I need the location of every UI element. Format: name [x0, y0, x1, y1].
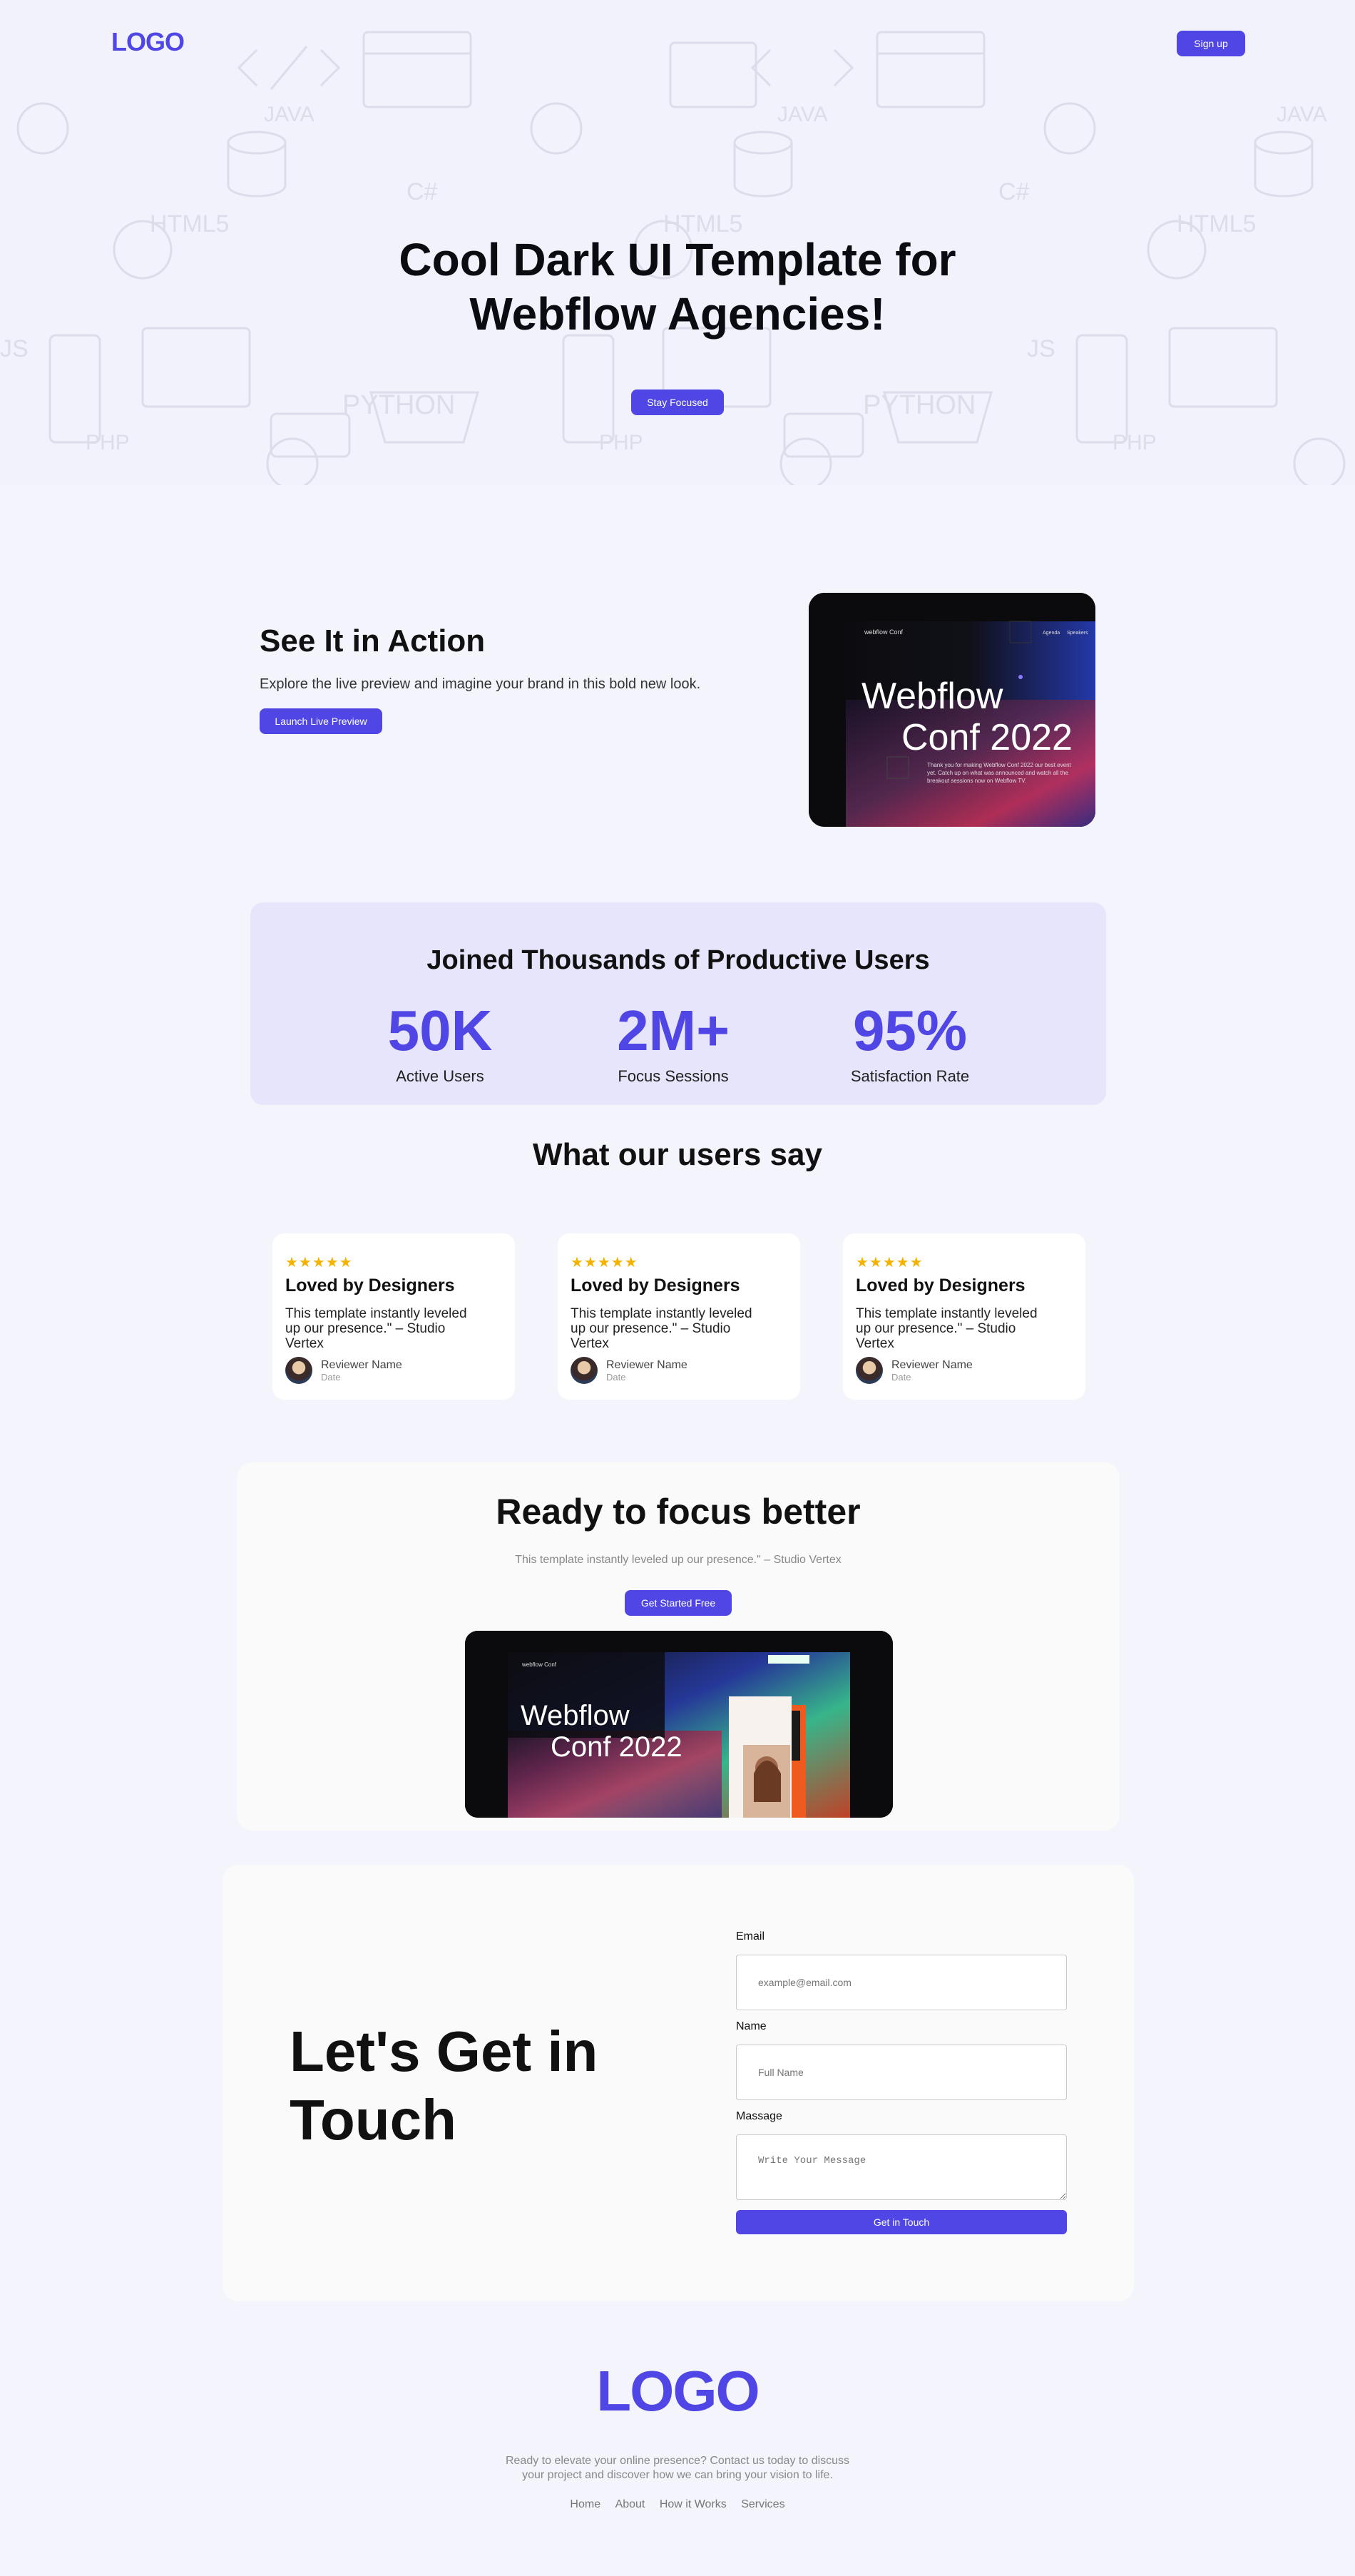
action-title: See It in Action: [260, 623, 486, 658]
testimonial-title: Loved by Designers: [285, 1276, 455, 1295]
stat-active-users: 50K Active Users: [326, 999, 554, 1086]
avatar: [571, 1357, 598, 1384]
preview-nav-speakers: Speakers: [1067, 631, 1088, 636]
stat-focus-sessions: 2M+ Focus Sessions: [559, 999, 787, 1086]
preview-nav-agenda: Agenda: [1043, 631, 1060, 636]
ready-preview-headline-line1: Webflow: [521, 1700, 630, 1731]
svg-text:PYTHON: PYTHON: [863, 390, 976, 420]
get-started-free-button[interactable]: Get Started Free: [625, 1590, 732, 1616]
testimonial-text: This template instantly leveled up our p…: [856, 1306, 1038, 1351]
preview-brand: webflow Conf: [864, 628, 904, 636]
footer-link-how-it-works[interactable]: How it Works: [660, 2498, 727, 2510]
svg-text:PHP: PHP: [1113, 431, 1157, 454]
star-rating-icon: ★★★★★: [856, 1255, 924, 1271]
svg-text:JAVA: JAVA: [264, 103, 315, 126]
svg-text:C#: C#: [406, 178, 438, 205]
testimonial-title: Loved by Designers: [856, 1276, 1026, 1295]
footer-logo[interactable]: LOGO: [0, 2358, 1355, 2424]
testimonial-card: ★★★★★ Loved by Designers This template i…: [843, 1233, 1085, 1400]
footer-nav: Home About How it Works Services: [0, 2498, 1355, 2511]
svg-text:HTML5: HTML5: [1177, 210, 1256, 238]
svg-text:HTML5: HTML5: [150, 210, 229, 238]
launch-live-preview-button[interactable]: Launch Live Preview: [260, 708, 382, 734]
svg-text:JAVA: JAVA: [777, 103, 828, 126]
stat-label: Active Users: [396, 1067, 484, 1085]
ready-title: Ready to focus better: [496, 1492, 861, 1532]
stats-title: Joined Thousands of Productive Users: [426, 945, 930, 975]
testimonial-title: Loved by Designers: [571, 1276, 740, 1295]
testimonials-title: What our users say: [533, 1137, 822, 1172]
review-date: Date: [321, 1371, 341, 1383]
stat-label: Focus Sessions: [618, 1067, 729, 1085]
svg-text:JS: JS: [0, 335, 29, 362]
ready-preview-screenshot: webflow Conf Webflow Conf 2022: [465, 1631, 893, 1818]
testimonial-card: ★★★★★ Loved by Designers This template i…: [272, 1233, 515, 1400]
svg-text:JAVA: JAVA: [1277, 103, 1327, 126]
footer-link-services[interactable]: Services: [741, 2498, 784, 2510]
avatar: [856, 1357, 883, 1384]
hero-title: Cool Dark UI Template for Webflow Agenci…: [399, 234, 956, 340]
get-in-touch-button[interactable]: Get in Touch: [736, 2210, 1067, 2234]
preview-headline-line2: Conf 2022: [901, 717, 1073, 758]
star-rating-icon: ★★★★★: [285, 1255, 353, 1271]
footer-text: Ready to elevate your online presence? C…: [505, 2455, 850, 2481]
svg-text:PHP: PHP: [599, 431, 643, 454]
email-field[interactable]: [736, 1955, 1067, 2010]
svg-text:PHP: PHP: [86, 431, 130, 454]
star-rating-icon: ★★★★★: [571, 1255, 638, 1271]
svg-text:PYTHON: PYTHON: [342, 390, 455, 420]
ready-subtitle: This template instantly leveled up our p…: [515, 1554, 842, 1566]
testimonial-text: This template instantly leveled up our p…: [571, 1306, 752, 1351]
name-field[interactable]: [736, 2045, 1067, 2100]
footer-link-about[interactable]: About: [615, 2498, 645, 2510]
stat-satisfaction-rate: 95% Satisfaction Rate: [796, 999, 1024, 1086]
stats-section: Joined Thousands of Productive Users 50K…: [250, 902, 1106, 1105]
message-field[interactable]: [736, 2134, 1067, 2200]
name-label: Name: [736, 2020, 767, 2032]
message-label: Massage: [736, 2110, 782, 2122]
hero-section: HTML5 HTML5 HTML5 PYTHON PYTHON JAVA JAV…: [0, 0, 1355, 485]
svg-text:C#: C#: [998, 178, 1030, 205]
preview-headline-line1: Webflow: [861, 676, 1003, 717]
contact-section: Let's Get in Touch Email Name Massage Ge…: [223, 1865, 1134, 2301]
preview-screenshot: webflow Conf Agenda Speakers Webflow Con…: [809, 593, 1095, 827]
reviewer: Reviewer Name Date: [285, 1357, 402, 1384]
reviewer: Reviewer Name Date: [571, 1357, 687, 1384]
ready-preview-brand: webflow Conf: [521, 1661, 557, 1668]
stat-label: Satisfaction Rate: [850, 1067, 970, 1085]
ready-section: Ready to focus better This template inst…: [237, 1462, 1120, 1831]
review-date: Date: [891, 1371, 911, 1383]
signup-button[interactable]: Sign up: [1177, 31, 1245, 56]
contact-title: Let's Get in Touch: [290, 2020, 598, 2152]
stat-value: 95%: [852, 999, 968, 1062]
action-subtitle: Explore the live preview and imagine you…: [260, 676, 701, 692]
stat-value: 2M+: [617, 999, 730, 1062]
reviewer-name: Reviewer Name: [606, 1358, 687, 1371]
preview-blurb: Thank you for making Webflow Conf 2022 o…: [927, 762, 1071, 784]
review-date: Date: [606, 1371, 626, 1383]
header-logo[interactable]: LOGO: [111, 27, 185, 57]
testimonial-card: ★★★★★ Loved by Designers This template i…: [558, 1233, 800, 1400]
ready-preview-headline-line2: Conf 2022: [551, 1731, 682, 1763]
stay-focused-button[interactable]: Stay Focused: [631, 390, 724, 415]
stat-value: 50K: [387, 999, 493, 1062]
preview-screenshot-art: webflow Conf Agenda Speakers Webflow Con…: [809, 593, 1095, 827]
avatar: [285, 1357, 312, 1384]
reviewer-name: Reviewer Name: [321, 1358, 402, 1371]
reviewer: Reviewer Name Date: [856, 1357, 973, 1384]
email-label: Email: [736, 1930, 765, 1943]
testimonial-text: This template instantly leveled up our p…: [285, 1306, 467, 1351]
footer-link-home[interactable]: Home: [570, 2498, 600, 2510]
ready-preview-art: webflow Conf Webflow Conf 2022: [465, 1631, 893, 1818]
reviewer-name: Reviewer Name: [891, 1358, 973, 1371]
